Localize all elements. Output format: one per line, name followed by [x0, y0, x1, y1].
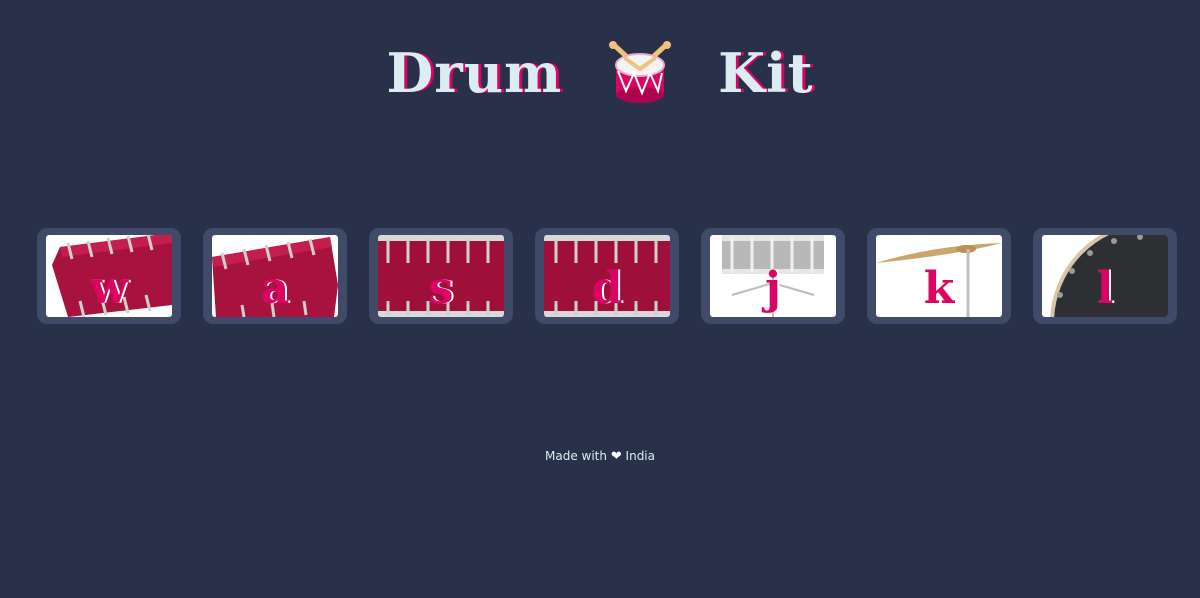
- drum-icon: [604, 41, 676, 105]
- drum-button-j[interactable]: j: [701, 228, 845, 324]
- drum-button-a[interactable]: a: [203, 228, 347, 324]
- drum-key-label: d: [591, 263, 623, 314]
- drum-kit: w a s d j k l: [37, 228, 1177, 324]
- title-word-kit: Kit: [718, 41, 814, 105]
- drum-face: w: [46, 235, 172, 317]
- page-title: Drum Kit: [0, 38, 1200, 108]
- drum-key-label: l: [1096, 263, 1114, 314]
- drum-face: j: [710, 235, 836, 317]
- drum-key-label: a: [260, 263, 290, 314]
- drum-face: a: [212, 235, 338, 317]
- drum-button-w[interactable]: w: [37, 228, 181, 324]
- footer-suffix: India: [625, 449, 655, 463]
- drum-button-s[interactable]: s: [369, 228, 513, 324]
- heart-icon: ❤: [610, 449, 622, 464]
- drum-key-label: w: [90, 263, 128, 314]
- drum-face: l: [1042, 235, 1168, 317]
- drum-face: k: [876, 235, 1002, 317]
- title-word-drum: Drum: [386, 41, 563, 105]
- drum-key-label: k: [923, 263, 955, 314]
- drum-button-l[interactable]: l: [1033, 228, 1177, 324]
- footer-prefix: Made with: [545, 449, 607, 463]
- drum-key-label: j: [765, 263, 781, 314]
- drum-face: d: [544, 235, 670, 317]
- drum-button-d[interactable]: d: [535, 228, 679, 324]
- footer: Made with ❤ India: [0, 449, 1200, 464]
- drum-button-k[interactable]: k: [867, 228, 1011, 324]
- drum-key-label: s: [428, 263, 454, 314]
- drum-face: s: [378, 235, 504, 317]
